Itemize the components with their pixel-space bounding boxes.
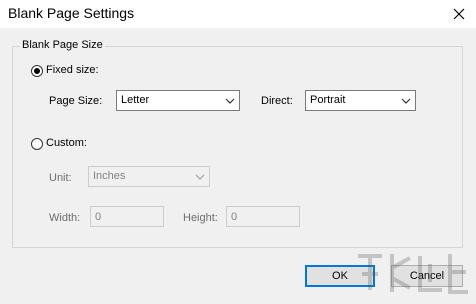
custom-radio[interactable] — [31, 138, 43, 150]
chevron-down-icon — [225, 98, 235, 104]
height-label: Height: — [183, 212, 218, 224]
title-bar: Blank Page Settings — [0, 0, 476, 28]
height-field[interactable] — [226, 206, 300, 227]
page-size-value: Letter — [121, 94, 150, 106]
watermark-graphic — [358, 254, 468, 294]
dialog-title: Blank Page Settings — [8, 5, 135, 21]
page-size-label: Page Size: — [49, 95, 103, 107]
unit-select[interactable]: Inches — [88, 166, 210, 187]
chevron-down-icon — [195, 174, 205, 180]
width-field[interactable] — [90, 206, 164, 227]
fixed-size-radio[interactable] — [31, 65, 43, 77]
dialog-window: Blank Page Settings Blank Page Size Fixe… — [0, 0, 476, 304]
page-size-select[interactable]: Letter — [116, 90, 240, 111]
direct-label: Direct: — [261, 95, 293, 107]
width-input[interactable] — [91, 207, 163, 226]
radio-selected-dot — [34, 68, 40, 74]
direct-select[interactable]: Portrait — [305, 90, 416, 111]
close-icon — [453, 8, 465, 20]
chevron-down-icon — [401, 98, 411, 104]
unit-value: Inches — [93, 170, 126, 182]
direct-value: Portrait — [310, 94, 346, 106]
custom-label[interactable]: Custom: — [46, 137, 87, 149]
width-label: Width: — [49, 212, 81, 224]
close-button[interactable] — [442, 0, 476, 28]
fixed-size-label[interactable]: Fixed size: — [46, 64, 99, 76]
group-title: Blank Page Size — [20, 39, 105, 51]
height-input[interactable] — [227, 207, 299, 226]
unit-label: Unit: — [49, 172, 72, 184]
